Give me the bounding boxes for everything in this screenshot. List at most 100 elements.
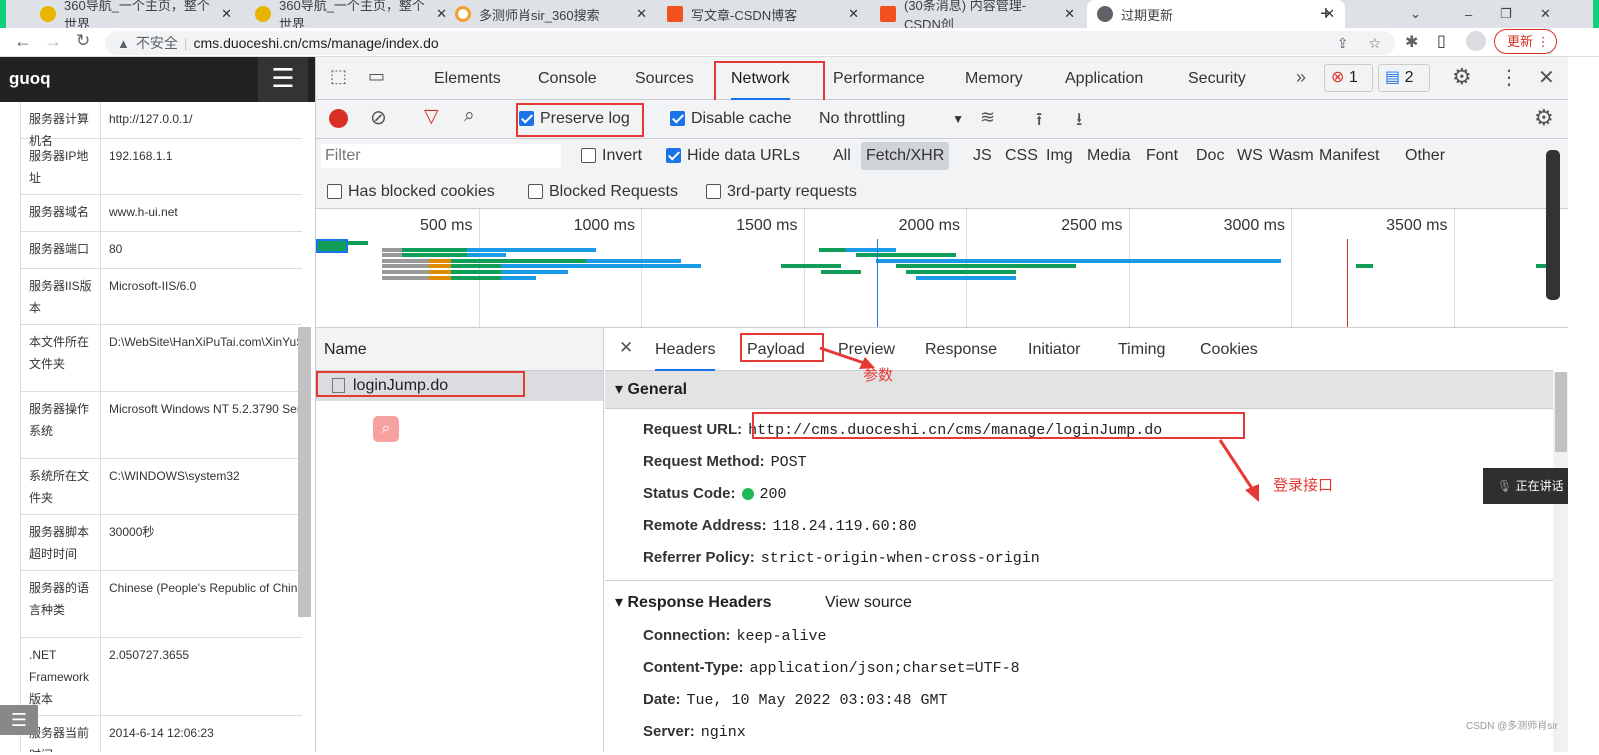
type-filter-doc[interactable]: Doc <box>1191 142 1229 170</box>
hide-data-urls-checkbox[interactable]: Hide data URLs <box>666 139 800 173</box>
forward-icon[interactable]: → <box>44 31 62 52</box>
header-value[interactable]: strict-origin-when-cross-origin <box>761 550 1040 567</box>
extensions-icon[interactable]: ✱ <box>1405 32 1418 52</box>
header-value[interactable]: Tue, 10 May 2022 03:03:48 GMT <box>687 692 948 709</box>
omnibox[interactable]: ▲ 不安全 | cms.duoceshi.cn/cms/manage/index… <box>105 31 1395 55</box>
view-source-link[interactable]: View source <box>825 581 912 625</box>
header-value[interactable]: 118.24.119.60:80 <box>773 518 917 535</box>
waterfall-segment <box>382 248 402 252</box>
type-filter-img[interactable]: Img <box>1041 142 1078 170</box>
floating-search-icon[interactable]: ⌕ <box>373 416 399 442</box>
close-tab-icon[interactable]: ✕ <box>221 6 232 22</box>
detail-tab-timing[interactable]: Timing <box>1118 328 1165 371</box>
network-settings-icon[interactable]: ⚙ <box>1534 105 1554 131</box>
header-value[interactable]: POST <box>771 454 807 471</box>
filter-icon[interactable]: ▽ <box>424 105 439 128</box>
network-conditions-icon[interactable]: ≋ <box>980 107 995 128</box>
throttling-select[interactable]: No throttling ▼ <box>819 102 964 136</box>
detail-tab-response[interactable]: Response <box>925 328 997 371</box>
has-blocked-cookies-checkbox[interactable]: Has blocked cookies <box>327 175 495 209</box>
network-overview-timeline[interactable]: 500 ms 1000 ms 1500 ms 2000 ms 2500 ms 3000 m… <box>316 209 1569 328</box>
minimize-button[interactable]: – <box>1455 0 1482 28</box>
type-filter-wasm[interactable]: Wasm <box>1264 142 1319 170</box>
filter-input[interactable] <box>321 144 561 168</box>
back-icon[interactable]: ← <box>14 31 32 52</box>
type-filter-all[interactable]: All <box>828 142 856 170</box>
import-har-icon[interactable]: ⭱ <box>1036 107 1042 137</box>
browser-tab[interactable]: 360导航_一个主页，整个世界 ✕ <box>245 0 457 32</box>
detail-tab-initiator[interactable]: Initiator <box>1028 328 1080 371</box>
info-value: 2.050727.3655 <box>109 648 190 662</box>
third-party-requests-checkbox[interactable]: 3rd-party requests <box>706 175 857 209</box>
detail-tab-headers[interactable]: Headers <box>655 328 716 371</box>
url-text[interactable]: cms.duoceshi.cn/cms/manage/index.do <box>194 35 439 51</box>
close-details-icon[interactable]: ✕ <box>619 338 633 358</box>
new-tab-button[interactable]: + <box>1310 0 1342 28</box>
close-tab-icon[interactable]: ✕ <box>636 6 647 22</box>
device-toolbar-icon[interactable]: ▭ <box>368 66 385 87</box>
maximize-button[interactable]: ❐ <box>1490 0 1522 28</box>
devtools-tab-memory[interactable]: Memory <box>965 57 1023 100</box>
close-window-button[interactable]: ✕ <box>1530 0 1561 28</box>
csdn-icon <box>880 6 896 22</box>
more-options-icon[interactable]: ⋮ <box>1499 65 1519 90</box>
side-panel-icon[interactable]: ▯ <box>1437 31 1446 51</box>
type-filter-manifest[interactable]: Manifest <box>1314 142 1384 170</box>
browser-tab[interactable]: 360导航_一个主页，整个世界 ✕ <box>30 0 242 32</box>
browser-tab[interactable]: 写文章-CSDN博客 ✕ <box>657 0 869 28</box>
record-button[interactable] <box>329 109 348 128</box>
clear-icon[interactable]: ⊘ <box>370 105 387 130</box>
share-icon[interactable]: ⇪ <box>1337 35 1349 52</box>
browser-tab-active[interactable]: 过期更新 ✕ <box>1087 0 1345 28</box>
devtools-tab-application[interactable]: Application <box>1065 57 1143 100</box>
inspect-icon[interactable]: ⬚ <box>330 66 347 87</box>
star-icon[interactable]: ☆ <box>1368 35 1381 52</box>
response-headers-section-header[interactable]: ▾ Response Headers View source <box>605 581 1553 625</box>
close-tab-icon[interactable]: ✕ <box>1064 6 1075 22</box>
type-filter-font[interactable]: Font <box>1141 142 1183 170</box>
type-filter-media[interactable]: Media <box>1082 142 1136 170</box>
name-column-header[interactable]: Name <box>316 328 603 371</box>
globe-icon <box>1097 6 1113 22</box>
time-tick-label: 500 ms <box>420 217 473 234</box>
reload-icon[interactable]: ↻ <box>76 31 90 51</box>
details-scrollbar[interactable] <box>1553 372 1569 752</box>
header-value[interactable]: keep-alive <box>737 628 827 645</box>
list-icon[interactable]: ☰ <box>0 705 38 735</box>
general-section-header[interactable]: ▾ General <box>605 371 1553 409</box>
type-filter-other[interactable]: Other <box>1400 142 1450 170</box>
settings-gear-icon[interactable]: ⚙ <box>1452 64 1472 90</box>
browser-tab[interactable]: (30条消息) 内容管理-CSDN创 ✕ <box>870 0 1085 32</box>
errors-badge[interactable]: ⊗ 1 <box>1324 64 1373 92</box>
devtools-tab-sources[interactable]: Sources <box>635 57 694 100</box>
close-tab-icon[interactable]: ✕ <box>848 6 859 22</box>
info-label: .NET Framework 版本 <box>21 638 101 715</box>
search-icon[interactable]: ⌕ <box>464 105 475 127</box>
header-value[interactable]: 200 <box>760 486 787 503</box>
tab-search-icon[interactable]: ⌄ <box>1400 0 1431 28</box>
page-scrollbar[interactable] <box>298 327 311 617</box>
export-har-icon[interactable]: ⭳ <box>1076 107 1082 137</box>
type-filter-css[interactable]: CSS <box>1000 142 1043 170</box>
type-filter-fetch-xhr[interactable]: Fetch/XHR <box>861 142 950 170</box>
header-value[interactable]: nginx <box>701 724 746 741</box>
menu-icon[interactable]: ☰ <box>258 57 308 102</box>
detail-tab-cookies[interactable]: Cookies <box>1200 328 1258 371</box>
profile-avatar[interactable] <box>1466 31 1486 51</box>
devtools-tab-console[interactable]: Console <box>538 57 597 100</box>
header-value[interactable]: application/json;charset=UTF-8 <box>750 660 1020 677</box>
devtools-tab-performance[interactable]: Performance <box>833 57 925 100</box>
type-filter-ws[interactable]: WS <box>1232 142 1268 170</box>
type-filter-js[interactable]: JS <box>968 142 997 170</box>
invert-checkbox[interactable]: Invert <box>581 139 642 173</box>
disable-cache-checkbox[interactable]: Disable cache <box>670 102 792 136</box>
update-button[interactable]: 更新 ⋮ <box>1494 29 1557 54</box>
security-label[interactable]: 不安全 <box>136 33 178 53</box>
close-devtools-icon[interactable]: ✕ <box>1538 65 1555 90</box>
messages-badge[interactable]: ▤ 2 <box>1378 64 1430 92</box>
devtools-tab-elements[interactable]: Elements <box>434 57 501 100</box>
browser-tab[interactable]: 多测师肖sir_360搜索 ✕ <box>445 0 657 28</box>
more-tabs-icon[interactable]: » <box>1296 67 1306 88</box>
blocked-requests-checkbox[interactable]: Blocked Requests <box>528 175 678 209</box>
devtools-tab-security[interactable]: Security <box>1188 57 1246 100</box>
